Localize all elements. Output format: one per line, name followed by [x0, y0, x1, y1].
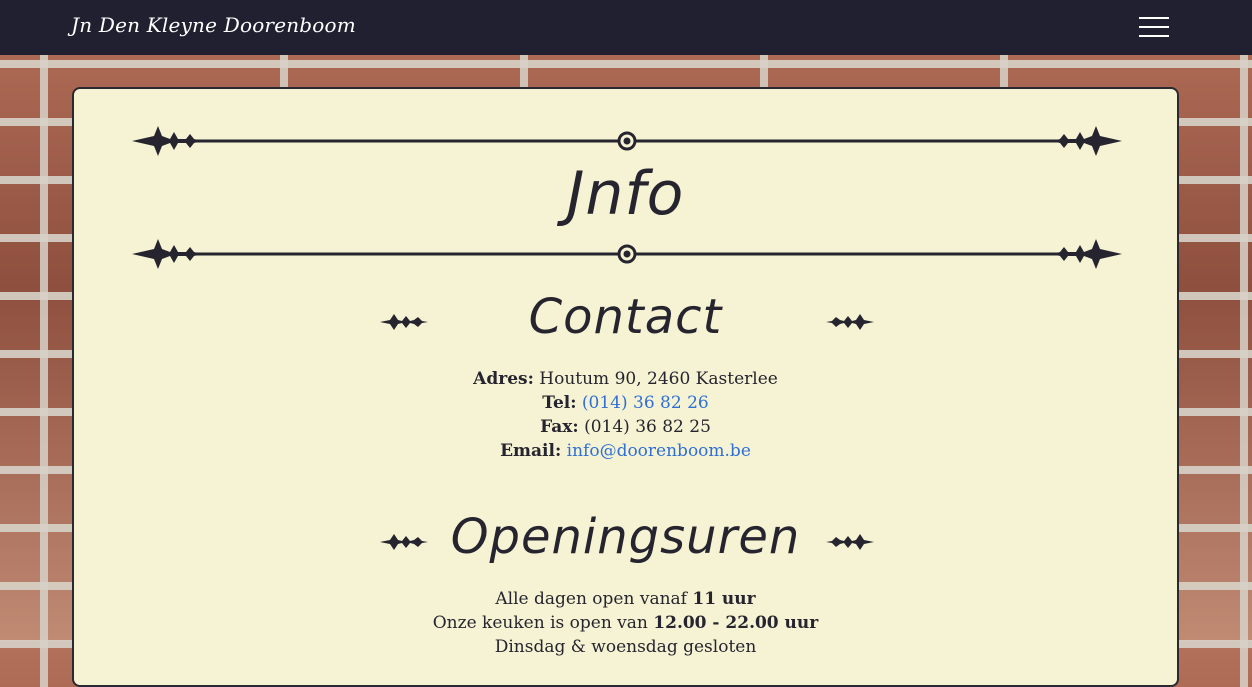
hours-line-2-text: Onze keuken is open van: [432, 613, 648, 633]
page-title: Jnfo: [566, 159, 685, 229]
hamburger-bar: [1139, 17, 1169, 19]
hours-line-3: Dinsdag & woensdag gesloten: [74, 635, 1177, 659]
hamburger-bar: [1139, 35, 1169, 37]
ornament-right-icon: [826, 314, 874, 330]
hours-line-3-text: Dinsdag & woensdag gesloten: [494, 637, 757, 657]
contact-title: Contact: [528, 289, 723, 345]
hours-line-2: Onze keuken is open van 12.00 - 22.00 uu…: [74, 611, 1177, 635]
tel-link[interactable]: (014) 36 82 26: [582, 393, 709, 413]
fax-value: (014) 36 82 25: [584, 417, 711, 437]
address-value: Houtum 90, 2460 Kasterlee: [539, 369, 778, 389]
fax-line: Fax: (014) 36 82 25: [74, 415, 1177, 439]
hours-line-1-bold: 11 uur: [692, 589, 756, 609]
tel-label: Tel:: [542, 393, 577, 413]
top-navbar: Jn Den Kleyne Doorenboom: [0, 0, 1252, 55]
tel-line: Tel: (014) 36 82 26: [74, 391, 1177, 415]
site-brand-link[interactable]: Jn Den Kleyne Doorenboom: [71, 13, 356, 37]
contact-details: Adres: Houtum 90, 2460 Kasterlee Tel: (0…: [74, 367, 1177, 463]
ornament-right-icon: [826, 534, 874, 550]
info-card: Jnfo Contact Adres: Houtum 90, 2460 Kast…: [72, 87, 1179, 687]
hamburger-bar: [1139, 26, 1169, 28]
ornamental-divider-top: [132, 126, 1122, 156]
ornamental-divider-bottom: [132, 239, 1122, 269]
email-label: Email:: [500, 441, 562, 461]
hours-line-1-text: Alle dagen open vanaf: [495, 589, 687, 609]
address-label: Adres:: [473, 369, 534, 389]
fax-label: Fax:: [540, 417, 579, 437]
hours-title: Openingsuren: [450, 509, 801, 565]
hours-line-2-bold: 12.00 - 22.00 uur: [653, 613, 819, 633]
hours-line-1: Alle dagen open vanaf 11 uur: [74, 587, 1177, 611]
opening-hours: Alle dagen open vanaf 11 uur Onze keuken…: [74, 587, 1177, 659]
address-line: Adres: Houtum 90, 2460 Kasterlee: [74, 367, 1177, 391]
email-line: Email: info@doorenboom.be: [74, 439, 1177, 463]
email-link[interactable]: info@doorenboom.be: [567, 441, 751, 461]
hamburger-menu-icon[interactable]: [1139, 17, 1169, 37]
